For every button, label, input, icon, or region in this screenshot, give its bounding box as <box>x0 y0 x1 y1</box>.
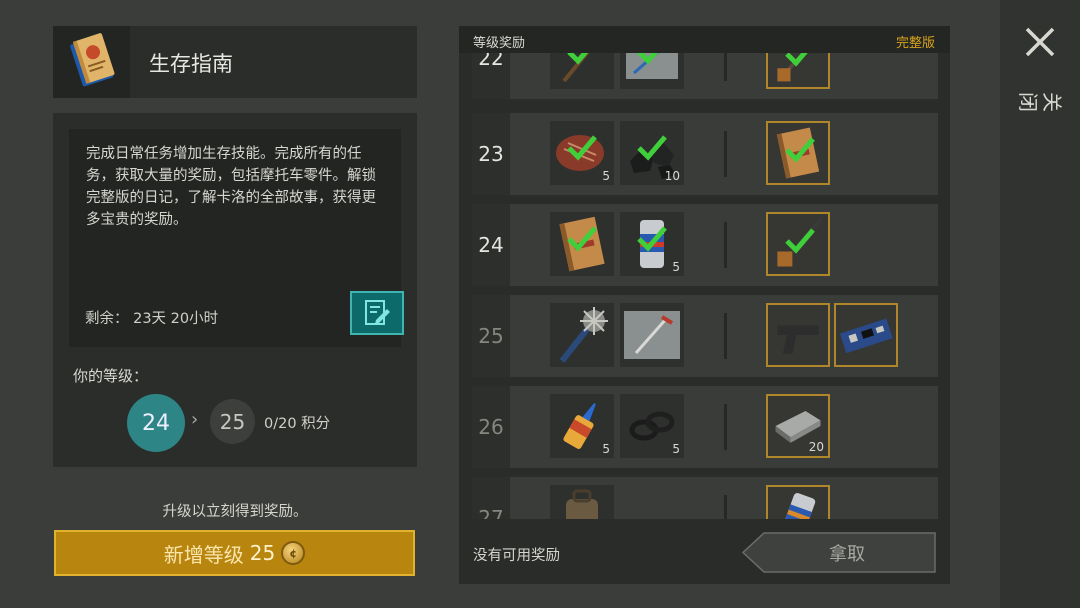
current-level-badge: 24 <box>127 394 185 452</box>
reward-cell-free[interactable]: 5 <box>620 212 684 276</box>
reward-row: 25 <box>472 295 938 377</box>
circuit-board-item-icon <box>839 318 893 354</box>
reward-cell-free[interactable] <box>620 53 684 89</box>
claim-label: 拿取 <box>829 543 865 565</box>
progress-value: 0/20 <box>264 416 297 432</box>
notes-button[interactable] <box>350 291 404 335</box>
row-level: 27 <box>472 477 510 519</box>
remaining-value: 23天 20小时 <box>133 311 219 327</box>
check-icon <box>637 53 659 65</box>
reward-cell-free[interactable] <box>550 53 614 89</box>
item-quantity: 20 <box>808 440 824 454</box>
reward-row: 26 5 5 20 <box>472 386 938 468</box>
reward-cell-premium[interactable] <box>766 53 830 89</box>
coin-icon: ¢ <box>281 541 306 565</box>
reward-cell-premium[interactable] <box>766 121 830 185</box>
row-divider <box>724 131 727 177</box>
info-panel: 完成日常任务增加生存技能。完成所有的任务，获取大量的奖励，包括摩托车零件。解锁完… <box>53 113 417 467</box>
rewards-panel: 等级奖励 完整版 22 23 5 10 24 5 25 26 5 5 20 27… <box>459 26 950 584</box>
close-sidebar[interactable]: 关闭 <box>1000 0 1080 608</box>
item-quantity: 5 <box>672 442 680 456</box>
buy-level-label: 新增等级 <box>163 542 244 567</box>
reward-cell-free[interactable] <box>550 212 614 276</box>
check-icon <box>785 228 815 254</box>
item-quantity: 10 <box>664 169 680 183</box>
upgrade-hint: 升级以立刻得到奖励。 <box>162 504 308 520</box>
reward-row: 22 <box>472 53 938 99</box>
row-level: 23 <box>472 113 510 195</box>
reward-row: 23 5 10 <box>472 113 938 195</box>
reward-cell-free[interactable] <box>620 303 684 367</box>
pistol-item-icon <box>777 325 819 354</box>
next-level-badge: 25 <box>210 399 255 444</box>
close-icon[interactable] <box>1022 24 1058 60</box>
check-icon <box>637 135 667 161</box>
row-divider <box>724 53 727 81</box>
buy-level-button[interactable]: 新增等级 25 ¢ <box>54 530 415 576</box>
row-level: 25 <box>472 295 510 377</box>
reward-cell-premium[interactable] <box>766 212 830 276</box>
reward-cell-free[interactable]: 10 <box>620 121 684 185</box>
premium-column-label: 完整版 <box>895 36 935 51</box>
reward-row: 24 5 <box>472 204 938 286</box>
row-divider <box>724 222 727 268</box>
rewards-list[interactable]: 22 23 5 10 24 5 25 26 5 5 20 27 <box>459 53 950 519</box>
close-label[interactable]: 关闭 <box>1016 78 1064 126</box>
reward-cell-free[interactable]: 5 <box>620 394 684 458</box>
backpack-item-icon <box>566 489 598 519</box>
row-divider <box>724 495 727 519</box>
reward-cell-premium[interactable] <box>834 303 898 367</box>
reward-cell-premium[interactable] <box>766 303 830 367</box>
title-bar: 生存指南 <box>53 26 417 98</box>
reward-cell-premium[interactable] <box>766 485 830 519</box>
row-divider <box>724 313 727 359</box>
chevron-right-icon: › <box>191 409 199 430</box>
spiked-club-item-icon <box>559 307 608 363</box>
level-progress: 0/20 积分 <box>264 412 330 433</box>
remaining-label: 剩余： <box>85 311 129 327</box>
row-level: 26 <box>472 386 510 468</box>
buy-level-price: 25 <box>249 541 276 565</box>
edit-note-icon <box>365 300 390 325</box>
item-quantity: 5 <box>672 260 680 274</box>
reward-cell-free[interactable] <box>550 303 614 367</box>
reward-cell-free[interactable] <box>550 485 614 519</box>
remaining-time: 剩余： 23天 20小时 <box>85 307 218 328</box>
reward-cell-premium[interactable]: 20 <box>766 394 830 458</box>
reward-status: 没有可用奖励 <box>473 548 560 564</box>
check-icon <box>567 53 589 65</box>
check-icon <box>567 226 597 252</box>
check-icon <box>785 53 808 67</box>
claim-button[interactable]: 拿取 <box>742 532 936 573</box>
reward-cell-free[interactable]: 5 <box>550 394 614 458</box>
check-icon <box>567 135 597 161</box>
item-quantity: 5 <box>602 169 610 183</box>
progress-unit: 积分 <box>301 416 331 432</box>
check-icon <box>785 137 815 163</box>
reward-cell-free[interactable]: 5 <box>550 121 614 185</box>
rewards-footer: 没有可用奖励 拿取 <box>459 519 950 584</box>
close-label-text: 关闭 <box>1016 92 1064 112</box>
blueprint-item-icon <box>624 311 680 359</box>
rewards-header: 等级奖励 完整版 <box>459 26 950 53</box>
description-box: 完成日常任务增加生存技能。完成所有的任务，获取大量的奖励，包括摩托车零件。解锁完… <box>69 129 404 347</box>
rewards-title: 等级奖励 <box>473 36 526 51</box>
level-label: 你的等级： <box>73 367 149 385</box>
guide-book-icon <box>53 26 130 98</box>
check-icon <box>637 226 667 252</box>
page-title: 生存指南 <box>149 52 233 76</box>
row-level: 22 <box>472 53 510 99</box>
reward-row: 27 <box>472 477 938 519</box>
soda-can-item-icon <box>780 493 816 519</box>
description-text: 完成日常任务增加生存技能。完成所有的任务，获取大量的奖励，包括摩托车零件。解锁完… <box>86 146 376 228</box>
row-level: 24 <box>472 204 510 286</box>
item-quantity: 5 <box>602 442 610 456</box>
row-divider <box>724 404 727 450</box>
